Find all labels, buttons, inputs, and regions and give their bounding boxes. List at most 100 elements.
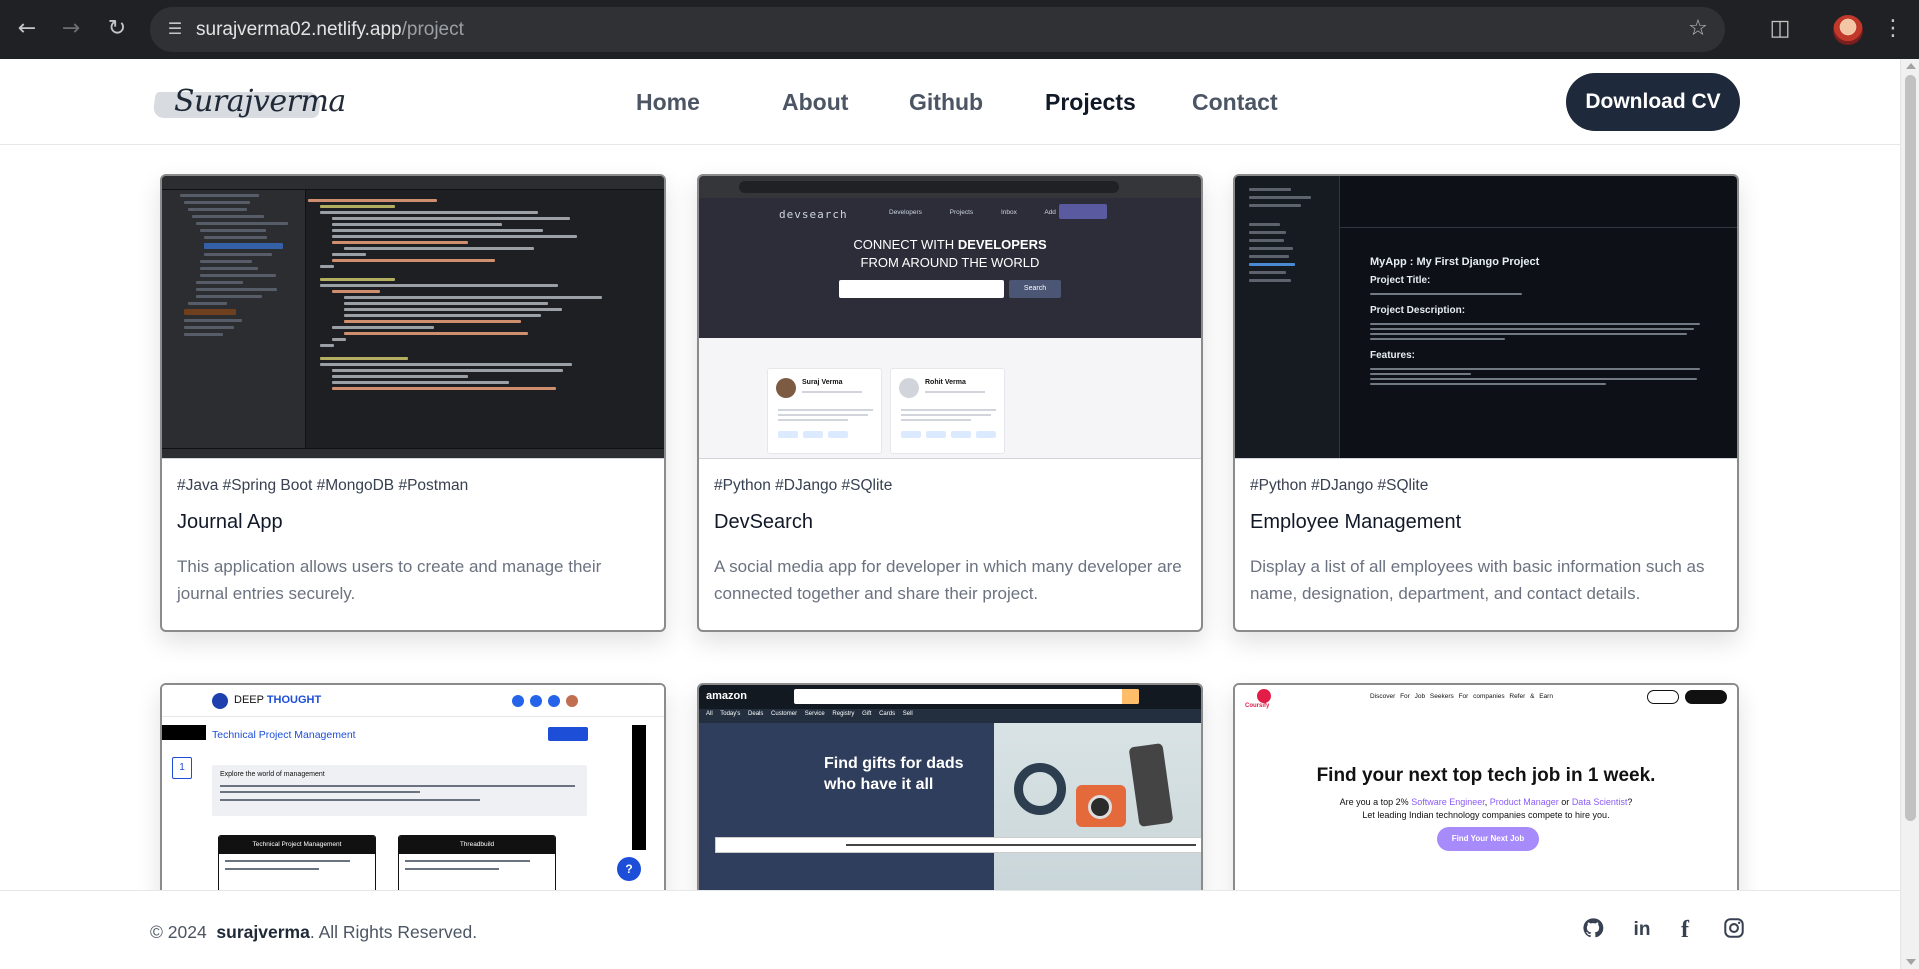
logo-text: Surajverma bbox=[174, 84, 346, 119]
readme-heading: Project Description: bbox=[1370, 305, 1466, 316]
devsearch-browser-bar bbox=[699, 176, 1201, 198]
project-description: This application allows users to create … bbox=[177, 557, 602, 603]
devsearch-screenshot: devsearch Developers Projects Inbox Add … bbox=[699, 176, 1201, 459]
bookmark-star-icon[interactable]: ☆ bbox=[1685, 16, 1711, 42]
url-host: surajverma02.netlify.app bbox=[196, 19, 402, 40]
site-header: Surajverma Home About Github Projects Co… bbox=[0, 59, 1900, 145]
nav-github[interactable]: Github bbox=[909, 89, 983, 116]
deep-thought-logo-icon bbox=[212, 693, 228, 709]
ide-titlebar bbox=[162, 176, 664, 190]
download-cv-button[interactable]: Download CV bbox=[1566, 73, 1740, 131]
profile-avatar[interactable] bbox=[1833, 15, 1863, 45]
back-arrow-icon[interactable]: ← bbox=[14, 16, 40, 42]
github-readme: MyApp : My First Django Project Project … bbox=[1370, 256, 1707, 388]
project-description: A social media app for developer in whic… bbox=[714, 557, 1182, 603]
camera-image bbox=[1076, 785, 1126, 827]
github-icon[interactable] bbox=[1580, 917, 1606, 943]
deep-thought-info-box: Explore the world of management bbox=[212, 765, 587, 816]
browser-menu-kebab-icon[interactable]: ⋮ bbox=[1880, 15, 1906, 43]
coursify-headline: Find your next top tech job in 1 week. bbox=[1316, 765, 1656, 786]
extensions-puzzle-icon[interactable]: ◫ bbox=[1766, 15, 1794, 43]
scroll-down-arrow-icon[interactable] bbox=[1906, 959, 1916, 965]
devsearch-login-button bbox=[1059, 204, 1107, 219]
ide-project-tree bbox=[174, 190, 306, 458]
deep-thought-navbar: DEEP THOUGHT bbox=[162, 685, 664, 717]
project-card-amazon[interactable]: amazon All Today's Deals Customer Servic… bbox=[697, 683, 1203, 890]
help-icon: ? bbox=[617, 857, 641, 881]
project-card-journal-app[interactable]: #Java #Spring Boot #MongoDB #Postman Jou… bbox=[160, 174, 666, 632]
readme-title: MyApp : My First Django Project bbox=[1370, 256, 1540, 268]
card-body: #Python #DJango #SQlite DevSearch A soci… bbox=[699, 459, 1201, 607]
ide-code-editor bbox=[308, 196, 648, 456]
deep-thought-sidebar-header bbox=[162, 725, 206, 740]
github-readme-header bbox=[1340, 176, 1737, 228]
page-scrollbar[interactable] bbox=[1900, 59, 1919, 969]
coursify-subtitle-line2: Let leading Indian technology companies … bbox=[1362, 810, 1610, 820]
reload-icon[interactable]: ↻ bbox=[104, 16, 130, 42]
coursify-screenshot: Coursify Discover For Job Seekers For co… bbox=[1235, 685, 1737, 890]
coursify-signup-button bbox=[1685, 690, 1727, 704]
deep-thought-task-card: Threadbuild bbox=[398, 835, 556, 890]
address-bar[interactable]: ☰ surajverma02.netlify.app/project ☆ bbox=[150, 7, 1725, 52]
tools-icon bbox=[530, 695, 542, 707]
devsearch-profile-card: Rohit Verma bbox=[890, 368, 1005, 454]
nav-about[interactable]: About bbox=[782, 89, 848, 116]
user-avatar bbox=[566, 695, 578, 707]
site-footer: © 2024 surajverma. All Rights Reserved. … bbox=[0, 890, 1900, 969]
github-file-tree bbox=[1235, 176, 1340, 458]
linkedin-icon[interactable]: in bbox=[1629, 917, 1655, 943]
amazon-clone-screenshot: amazon All Today's Deals Customer Servic… bbox=[699, 685, 1201, 890]
devsearch-headline: CONNECT WITH DEVELOPERS FROM AROUND THE … bbox=[853, 237, 1047, 270]
project-card-deep-thought[interactable]: DEEP THOUGHT Technical Project Managemen… bbox=[160, 683, 666, 890]
coursify-logo-text: Coursify bbox=[1245, 703, 1270, 709]
card-body: #Java #Spring Boot #MongoDB #Postman Jou… bbox=[162, 459, 664, 607]
devsearch-hero: devsearch Developers Projects Inbox Add … bbox=[699, 198, 1201, 338]
profile-name: Rohit Verma bbox=[925, 379, 966, 386]
footer-owner-link[interactable]: surajverma bbox=[216, 922, 309, 942]
project-tags: #Java #Spring Boot #MongoDB #Postman bbox=[177, 477, 469, 494]
headphones-image bbox=[1014, 763, 1066, 815]
facebook-icon[interactable]: f bbox=[1672, 917, 1698, 943]
coursify-logo-icon bbox=[1257, 689, 1271, 703]
project-card-employee-management[interactable]: MyApp : My First Django Project Project … bbox=[1233, 174, 1739, 632]
scrollbar-thumb[interactable] bbox=[1905, 75, 1916, 821]
browser-toolbar: ← → ↻ ☰ surajverma02.netlify.app/project… bbox=[0, 0, 1919, 59]
forward-arrow-icon[interactable]: → bbox=[58, 16, 84, 42]
coursify-cta-button: Find Your Next Job bbox=[1437, 827, 1539, 851]
nav-home[interactable]: Home bbox=[636, 89, 700, 116]
journal-app-screenshot bbox=[162, 176, 664, 459]
site-settings-icon[interactable]: ☰ bbox=[164, 18, 186, 40]
project-card-coursify[interactable]: Coursify Discover For Job Seekers For co… bbox=[1233, 683, 1739, 890]
amazon-banner-text: Find gifts for dads who have it all bbox=[824, 755, 964, 793]
project-title[interactable]: DevSearch bbox=[714, 511, 1186, 539]
project-card-devsearch[interactable]: devsearch Developers Projects Inbox Add … bbox=[697, 174, 1203, 632]
coursify-subtitle: Are you a top 2% Software Engineer, Prod… bbox=[1339, 797, 1633, 807]
url-text[interactable]: surajverma02.netlify.app/project bbox=[196, 7, 464, 52]
url-path: /project bbox=[401, 19, 464, 40]
deep-thought-step-number: 1 bbox=[172, 757, 192, 779]
scroll-up-arrow-icon[interactable] bbox=[1906, 63, 1916, 69]
amazon-subnav: All Today's Deals Customer Service Regis… bbox=[699, 709, 1201, 723]
amazon-hero-banner: Find gifts for dads who have it all bbox=[699, 723, 994, 890]
project-tags: #Python #DJango #SQlite bbox=[1250, 477, 1429, 494]
deep-thought-brand: DEEP THOUGHT bbox=[234, 694, 322, 706]
devsearch-search-button: Search bbox=[1009, 280, 1061, 298]
devsearch-brand: devsearch bbox=[779, 208, 848, 221]
profile-name: Suraj Verma bbox=[802, 379, 843, 386]
site-logo[interactable]: Surajverma bbox=[152, 80, 346, 126]
amazon-logo: amazon bbox=[706, 690, 747, 702]
employee-management-screenshot: MyApp : My First Django Project Project … bbox=[1235, 176, 1737, 459]
nav-projects[interactable]: Projects bbox=[1045, 89, 1136, 116]
deep-thought-page-title: Technical Project Management bbox=[212, 729, 356, 741]
project-title[interactable]: Employee Management bbox=[1250, 511, 1722, 539]
readme-heading: Project Title: bbox=[1370, 275, 1431, 286]
ide-statusbar bbox=[162, 448, 664, 458]
instagram-icon[interactable] bbox=[1721, 917, 1747, 943]
nav-contact[interactable]: Contact bbox=[1192, 89, 1278, 116]
card-body: #Python #DJango #SQlite Employee Managem… bbox=[1235, 459, 1737, 607]
devsearch-search-input bbox=[839, 280, 1004, 298]
home-icon bbox=[512, 695, 524, 707]
deep-thought-side-panel bbox=[632, 725, 646, 850]
project-title[interactable]: Journal App bbox=[177, 511, 649, 539]
devsearch-profile-card: Suraj Verma bbox=[767, 368, 882, 454]
